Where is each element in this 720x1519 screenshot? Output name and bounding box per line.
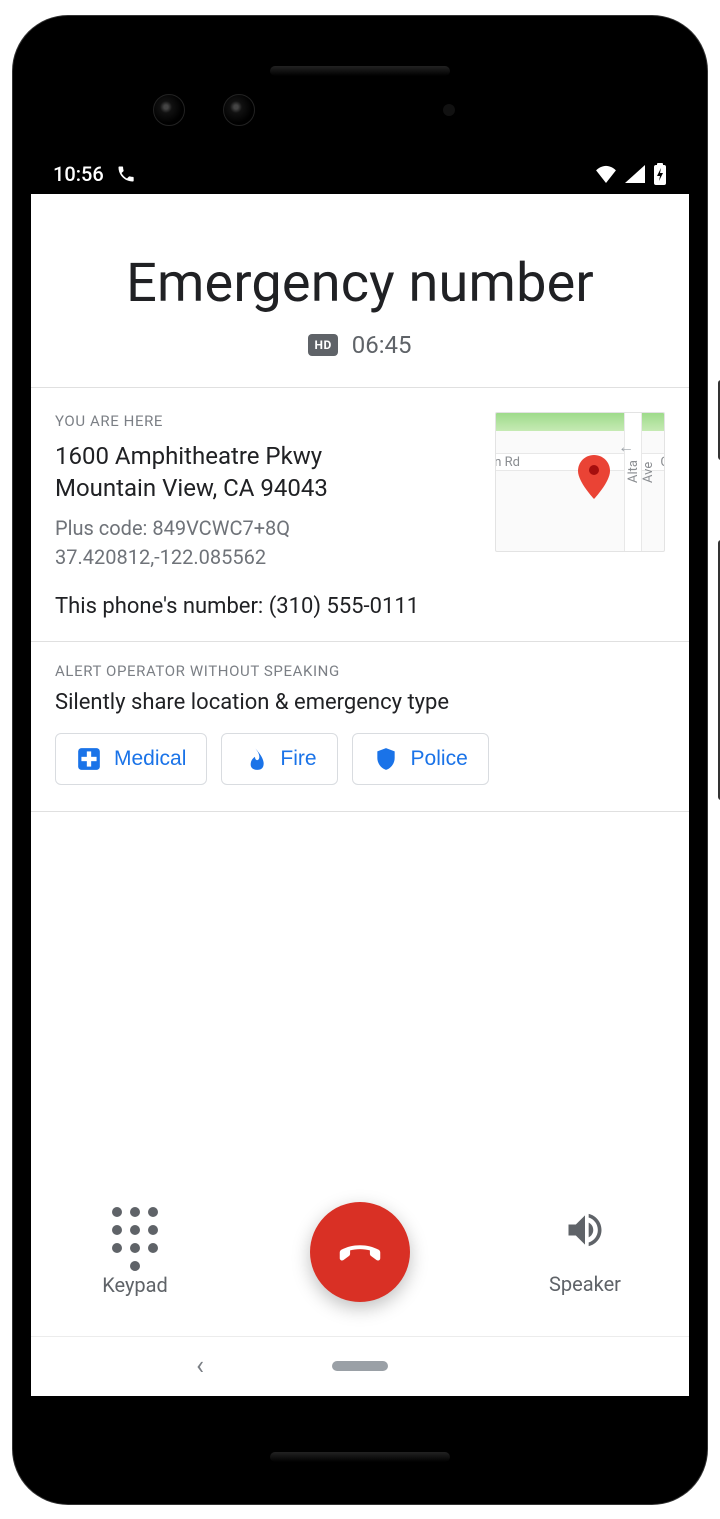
location-label: YOU ARE HERE <box>55 412 477 430</box>
wifi-icon <box>595 165 617 183</box>
device-frame: 10:56 <box>0 0 720 1519</box>
screen: Emergency number HD 06:45 YOU ARE HERE 1… <box>31 194 689 1396</box>
hangup-icon <box>333 1225 387 1279</box>
hd-badge: HD <box>308 334 337 356</box>
front-camera-2 <box>223 94 255 126</box>
nav-home-pill[interactable] <box>332 1361 388 1371</box>
address-line-2: Mountain View, CA 94043 <box>55 472 477 504</box>
speaker-icon <box>563 1208 607 1252</box>
keypad-button[interactable]: Keypad <box>55 1207 215 1297</box>
medical-cross-icon <box>76 746 102 772</box>
medical-button[interactable]: Medical <box>55 733 207 785</box>
divider <box>31 811 689 812</box>
earpiece-top <box>270 66 450 76</box>
map-pin-icon <box>578 455 610 499</box>
alert-label: ALERT OPERATOR WITHOUT SPEAKING <box>55 662 665 680</box>
fire-button[interactable]: Fire <box>221 733 337 785</box>
plus-code: Plus code: 849VCWC7+8Q <box>55 514 477 543</box>
proximity-sensor <box>443 104 455 116</box>
police-button-label: Police <box>411 747 468 771</box>
speaker-label: Speaker <box>549 1272 621 1296</box>
alert-card: ALERT OPERATOR WITHOUT SPEAKING Silently… <box>31 642 689 811</box>
map-road-label: Cl <box>660 455 665 470</box>
status-time: 10:56 <box>53 162 104 186</box>
fire-icon <box>242 746 268 772</box>
keypad-icon <box>112 1207 158 1253</box>
map-arrow-icon: ← <box>618 437 634 457</box>
keypad-label: Keypad <box>102 1273 168 1297</box>
map-road-label: ston Rd <box>495 455 520 470</box>
end-call-button[interactable] <box>310 1202 410 1302</box>
call-duration: 06:45 <box>352 331 412 359</box>
phone-body: 10:56 <box>13 16 707 1504</box>
shield-icon <box>373 746 399 772</box>
speaker-button[interactable]: Speaker <box>505 1208 665 1296</box>
phone-icon <box>116 164 136 184</box>
call-title: Emergency number <box>55 252 665 315</box>
call-controls: Keypad Speaker <box>31 1172 689 1336</box>
map-thumbnail[interactable]: ston Rd Alta Ave Cl ← <box>495 412 665 552</box>
cell-signal-icon <box>625 165 645 183</box>
speaker-bottom <box>270 1452 450 1462</box>
location-card: YOU ARE HERE 1600 Amphitheatre Pkwy Moun… <box>31 388 689 642</box>
nav-back-icon[interactable]: ‹ <box>196 1351 204 1381</box>
front-camera-1 <box>153 94 185 126</box>
alert-description: Silently share location & emergency type <box>55 690 665 715</box>
phone-number: This phone's number: (310) 555-0111 <box>55 594 477 619</box>
fire-button-label: Fire <box>280 747 316 771</box>
address-line-1: 1600 Amphitheatre Pkwy <box>55 440 477 472</box>
police-button[interactable]: Police <box>352 733 489 785</box>
android-nav-bar: ‹ <box>31 1336 689 1396</box>
coordinates: 37.420812,-122.085562 <box>55 543 477 572</box>
medical-button-label: Medical <box>114 747 186 771</box>
status-bar: 10:56 <box>31 154 689 194</box>
battery-charging-icon <box>653 163 667 185</box>
